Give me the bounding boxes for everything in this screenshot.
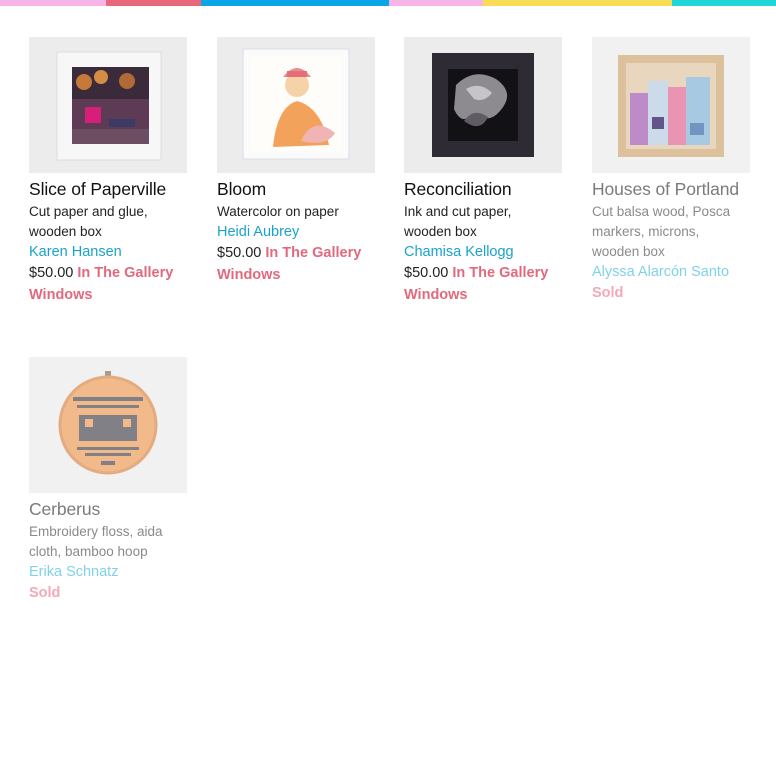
stripe-segment [106, 0, 201, 6]
artist-link[interactable]: Heidi Aubrey [217, 222, 375, 242]
product-medium: Cut paper and glue, wooden box [29, 204, 148, 239]
price-line: $50.00 In The Gallery Windows [404, 262, 562, 306]
stripe-segment [0, 0, 106, 6]
product-medium: Embroidery floss, aida cloth, bamboo hoo… [29, 524, 163, 559]
product-title[interactable]: Bloom [217, 178, 375, 200]
product-image-paperville [29, 37, 187, 173]
product-medium: Watercolor on paper [217, 204, 339, 219]
product-card: Reconciliation Ink and cut paper, wooden… [404, 37, 562, 306]
product-price: $50.00 [404, 265, 449, 281]
product-image-cerberus [29, 357, 187, 493]
product-medium: Ink and cut paper, wooden box [404, 204, 512, 239]
stripe-segment [201, 0, 389, 6]
stripe-segment [483, 0, 672, 6]
stripe-segment [672, 0, 776, 6]
product-title[interactable]: Houses of Portland [592, 178, 750, 200]
product-card: Bloom Watercolor on paper Heidi Aubrey $… [217, 37, 375, 286]
product-price: $50.00 [29, 265, 74, 281]
product-image-link[interactable] [29, 357, 187, 493]
product-title[interactable]: Cerberus [29, 498, 187, 520]
product-card: Slice of Paperville Cut paper and glue, … [29, 37, 187, 306]
product-image-link[interactable] [592, 37, 750, 173]
product-title[interactable]: Slice of Paperville [29, 178, 187, 200]
artist-link[interactable]: Chamisa Kellogg [404, 242, 562, 262]
artist-link[interactable]: Karen Hansen [29, 242, 187, 262]
product-card: Houses of Portland Cut balsa wood, Posca… [592, 37, 750, 304]
sold-badge: Sold [29, 585, 61, 601]
stripe-segment [389, 0, 483, 6]
sold-badge: Sold [592, 285, 624, 301]
product-image-link[interactable] [404, 37, 562, 173]
product-medium: Cut balsa wood, Posca markers, microns, … [592, 204, 731, 259]
product-image-link[interactable] [217, 37, 375, 173]
product-image-bloom [217, 37, 375, 173]
artist-link[interactable]: Erika Schnatz [29, 562, 187, 582]
artist-link[interactable]: Alyssa Alarcón Santo [592, 262, 750, 282]
product-image-houses-of-portland [592, 37, 750, 173]
product-card: Cerberus Embroidery floss, aida cloth, b… [29, 357, 187, 604]
product-title[interactable]: Reconciliation [404, 178, 562, 200]
product-image-reconciliation [404, 37, 562, 173]
top-color-stripe [0, 0, 776, 6]
price-line: $50.00 In The Gallery Windows [29, 262, 187, 306]
price-line: $50.00 In The Gallery Windows [217, 242, 375, 286]
product-price: $50.00 [217, 245, 262, 261]
product-image-link[interactable] [29, 37, 187, 173]
